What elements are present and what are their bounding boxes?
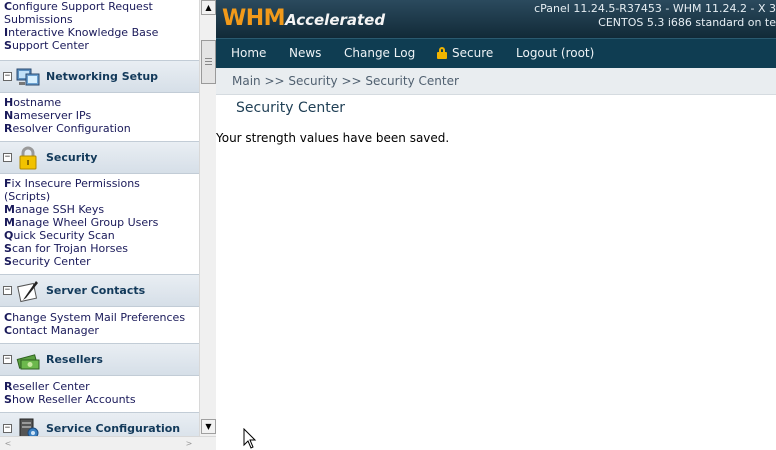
section-header-security[interactable]: − Security — [0, 141, 199, 174]
section-header-networking-setup[interactable]: − Networking Setup — [0, 60, 199, 93]
nav-secure-label: Secure — [452, 46, 494, 60]
padlock-icon — [19, 146, 37, 170]
section-title-server-contacts: Server Contacts — [46, 284, 146, 297]
breadcrumb-bar: Main >> Security >> Security Center — [216, 68, 776, 95]
section-header-resellers[interactable]: − Resellers — [0, 343, 199, 376]
money-icon — [16, 354, 40, 370]
sidebar-link-nameserver-ips[interactable]: Nameserver IPs — [4, 109, 199, 122]
collapse-icon[interactable]: − — [3, 355, 12, 364]
sidebar-menu: Configure Support Request Submissions In… — [0, 0, 199, 436]
sidebar-link-scan-trojan-horses[interactable]: Scan for Trojan Horses — [4, 242, 199, 255]
logo-whm-text: WHM — [222, 6, 286, 31]
scroll-left-arrow-icon[interactable]: < — [2, 438, 14, 450]
sidebar-link-configure-support-request-cont[interactable]: Submissions — [4, 13, 199, 26]
sidebar-link-contact-manager[interactable]: Contact Manager — [4, 324, 199, 337]
header-bar: WHMAccelerated cPanel 11.24.5-R37453 - W… — [216, 0, 776, 38]
breadcrumb[interactable]: Main >> Security >> Security Center — [232, 68, 459, 95]
collapse-icon[interactable]: − — [3, 286, 12, 295]
section-header-server-contacts[interactable]: − Server Contacts — [0, 274, 199, 307]
section-title-resellers: Resellers — [46, 353, 103, 366]
support-links: Configure Support Request Submissions In… — [0, 0, 199, 52]
version-info: cPanel 11.24.5-R37453 - WHM 11.24.2 - X … — [534, 2, 776, 30]
lock-icon — [437, 47, 447, 59]
nav-home[interactable]: Home — [231, 39, 266, 69]
nav-logout[interactable]: Logout (root) — [516, 39, 594, 69]
sidebar-link-show-reseller-accounts[interactable]: Show Reseller Accounts — [4, 393, 199, 406]
collapse-icon[interactable]: − — [3, 72, 12, 81]
collapse-icon[interactable]: − — [3, 424, 12, 433]
section-header-service-configuration[interactable]: − Service Configuration — [0, 412, 199, 436]
version-line-2: CENTOS 5.3 i686 standard on te — [598, 16, 776, 29]
nav-change-log[interactable]: Change Log — [344, 39, 415, 69]
status-message: Your strength values have been saved. — [216, 131, 450, 145]
top-nav-bar: Home News Change Log Secure Logout (root… — [216, 38, 776, 68]
sidebar-link-hostname[interactable]: Hostname — [4, 96, 199, 109]
sidebar-link-quick-security-scan[interactable]: Quick Security Scan — [4, 229, 199, 242]
resellers-links: Reseller Center Show Reseller Accounts — [0, 376, 199, 412]
security-links: Fix Insecure Permissions (Scripts) Manag… — [0, 174, 199, 274]
thumb-grip-line — [205, 64, 212, 65]
nav-news[interactable]: News — [289, 39, 321, 69]
sidebar-link-reseller-center[interactable]: Reseller Center — [4, 380, 199, 393]
sidebar-link-security-center[interactable]: Security Center — [4, 255, 199, 268]
networking-links: Hostname Nameserver IPs Resolver Configu… — [0, 93, 199, 141]
scrollbar-thumb[interactable] — [201, 40, 216, 84]
scroll-up-arrow-icon[interactable]: ▲ — [201, 0, 216, 15]
sidebar-link-fix-insecure-permissions-cont[interactable]: (Scripts) — [4, 190, 199, 203]
sidebar-link-resolver-configuration[interactable]: Resolver Configuration — [4, 122, 199, 135]
scroll-down-arrow-icon[interactable]: ▼ — [201, 419, 216, 434]
sidebar-link-configure-support-request[interactable]: Configure Support Request — [4, 0, 199, 13]
main-content-frame: WHMAccelerated cPanel 11.24.5-R37453 - W… — [216, 0, 776, 450]
sidebar-link-support-center[interactable]: Support Center — [4, 39, 199, 52]
server-contacts-links: Change System Mail Preferences Contact M… — [0, 307, 199, 343]
sidebar-link-knowledge-base[interactable]: Interactive Knowledge Base — [4, 26, 199, 39]
thumb-grip-line — [205, 61, 212, 62]
thumb-grip-line — [205, 58, 212, 59]
sidebar-link-fix-insecure-permissions[interactable]: Fix Insecure Permissions — [4, 177, 199, 190]
sidebar-link-manage-wheel-group-users[interactable]: Manage Wheel Group Users — [4, 216, 199, 229]
sidebar-link-change-mail-preferences[interactable]: Change System Mail Preferences — [4, 311, 199, 324]
whm-logo[interactable]: WHMAccelerated — [222, 6, 385, 31]
logo-accelerated-text: Accelerated — [285, 11, 386, 29]
mouse-pointer-icon — [243, 428, 257, 449]
section-title-networking-setup: Networking Setup — [46, 70, 159, 83]
sidebar-horizontal-scrollbar[interactable]: < > — [0, 436, 216, 450]
collapse-icon[interactable]: − — [3, 153, 12, 162]
network-icon — [16, 68, 40, 86]
page-title: Security Center — [236, 100, 346, 116]
sidebar-vertical-scrollbar[interactable]: ▲ ▼ — [199, 0, 216, 436]
section-title-service-configuration: Service Configuration — [46, 422, 181, 435]
contact-pen-icon — [17, 281, 38, 303]
version-line-1: cPanel 11.24.5-R37453 - WHM 11.24.2 - X … — [534, 2, 776, 15]
sidebar-link-manage-ssh-keys[interactable]: Manage SSH Keys — [4, 203, 199, 216]
scroll-right-arrow-icon[interactable]: > — [183, 438, 195, 450]
server-gear-icon — [19, 418, 39, 436]
nav-secure[interactable]: Secure — [437, 39, 493, 69]
section-title-security: Security — [46, 151, 98, 164]
